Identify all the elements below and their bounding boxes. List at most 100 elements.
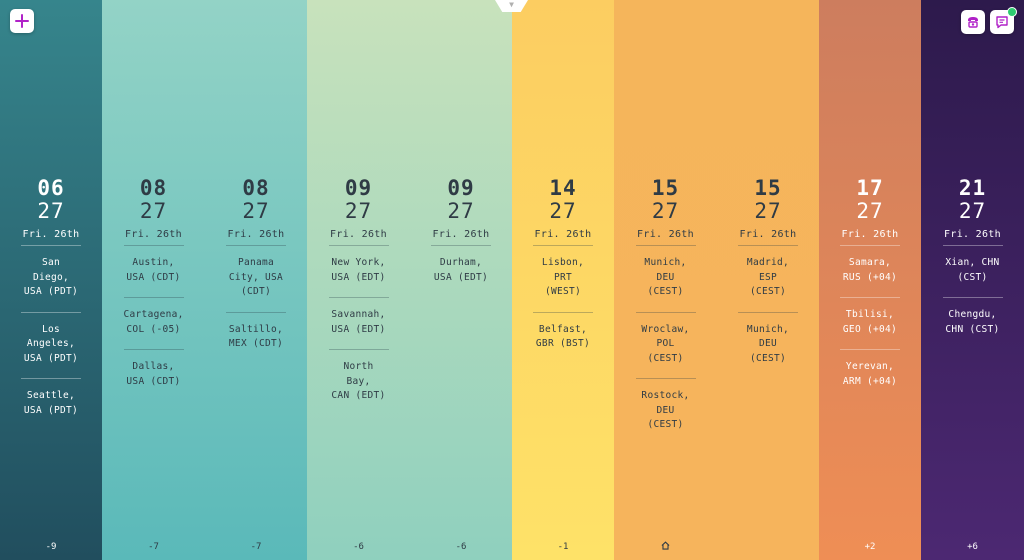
hour-label: 08	[242, 176, 270, 200]
timezone-column[interactable]: 17 27 Fri. 26th Samara, RUS (+04) Tbilisi, GEO…	[819, 0, 921, 560]
city-entry[interactable]: Panama City, USA (CDT)	[226, 245, 286, 312]
city-label-line: San Diego,	[32, 257, 70, 283]
city-label-line: ARM (+04)	[842, 375, 898, 387]
phone-icon	[968, 17, 978, 28]
chat-icon	[996, 16, 1008, 29]
city-label-line: MEX (CDT)	[228, 338, 284, 349]
city-label-line: Munich,	[746, 323, 790, 335]
city-label-line: Austin,	[132, 257, 175, 268]
city-label-line: Samara,	[848, 257, 892, 268]
minute-label: 27	[754, 199, 782, 223]
city-entry[interactable]: Seattle, USA (PDT)	[21, 378, 81, 430]
city-entry[interactable]: San Diego, USA (PDT)	[21, 245, 81, 312]
city-label-line: Durham,	[439, 257, 483, 268]
timezone-column[interactable]: 06 27 Fri. 26th San Diego, USA (PDT) Los Angel…	[0, 0, 102, 560]
city-label-line: DEU (CEST)	[647, 271, 684, 298]
city-label-line: USA (PDT)	[23, 352, 79, 364]
time-display: 15 27 Fri. 26th	[717, 176, 819, 242]
utc-offset-label: -7	[250, 542, 262, 552]
timezone-column[interactable]: 08 27 Fri. 26th Panama City, USA (CDT) Saltill…	[205, 0, 307, 560]
minute-label: 27	[344, 199, 373, 223]
minute-label: 27	[856, 199, 884, 223]
city-label-line: Cartagena,	[123, 309, 184, 320]
hour-label: 15	[754, 176, 782, 200]
city-label-line: USA (PDT)	[23, 286, 79, 297]
utc-offset-label: -7	[148, 542, 159, 552]
date-label: Fri. 26th	[22, 229, 80, 240]
city-label-line: North Bay,	[343, 361, 374, 387]
time-display: 06 27 Fri. 26th	[0, 176, 102, 242]
hour-label: 17	[856, 176, 884, 200]
city-entry[interactable]: Rostock, DEU (CEST)	[635, 378, 696, 445]
city-label-line: PRT (WEST)	[544, 271, 582, 298]
online-indicator	[1007, 7, 1017, 17]
city-entry[interactable]: Los Angeles, USA (PDT)	[21, 311, 81, 379]
minute-label: 27	[447, 199, 475, 223]
city-entry[interactable]: New York, USA (EDT)	[328, 245, 389, 297]
city-label-line: Angeles,	[26, 338, 76, 349]
chat-button[interactable]	[990, 7, 1017, 34]
add-timezone-button[interactable]	[10, 9, 34, 33]
timezone-column[interactable]: 08 27 Fri. 26th Austin, USA (CDT) Cartagena, C…	[102, 0, 205, 560]
city-label-line: CAN (EDT)	[331, 390, 386, 401]
call-button[interactable]	[961, 10, 985, 34]
city-label-line: Lisbon,	[541, 257, 585, 268]
city-label-line: USA (EDT)	[433, 271, 489, 283]
timezone-column[interactable]: 09 27 Fri. 26th Durham, USA (EDT) -6	[410, 0, 512, 560]
city-label-line: CHN (CST)	[945, 323, 1000, 335]
city-entry[interactable]: Durham, USA (EDT)	[431, 245, 491, 297]
city-label-line: Wroclaw,	[641, 323, 690, 335]
timezone-column[interactable]: 21 27 Fri. 26th Xian, CHN (CST) Chengdu, CHN (…	[921, 0, 1024, 560]
city-entry[interactable]: Chengdu, CHN (CST)	[942, 297, 1003, 349]
timezone-column[interactable]: 15 27 Fri. 26th Madrid, ESP (CEST) Munich, DEU…	[717, 0, 819, 560]
city-list: New York, USA (EDT) Savannah, USA (EDT) Nort…	[307, 245, 410, 416]
city-label-line: Dallas,	[132, 361, 175, 372]
time-display: 17 27 Fri. 26th	[819, 176, 921, 242]
city-entry[interactable]: Austin, USA (CDT)	[123, 245, 184, 297]
city-entry[interactable]: Samara, RUS (+04)	[840, 245, 900, 297]
hour-label: 09	[447, 176, 475, 200]
city-entry[interactable]: Saltillo, MEX (CDT)	[226, 311, 286, 364]
city-entry[interactable]: Munich, DEU (CEST)	[635, 245, 696, 312]
city-entry[interactable]: Belfast, GBR (BST)	[533, 311, 593, 364]
city-entry[interactable]: Yerevan, ARM (+04)	[840, 349, 900, 401]
minute-label: 27	[651, 199, 680, 223]
city-entry[interactable]: North Bay, CAN (EDT)	[328, 349, 389, 416]
city-label-line: Belfast,	[538, 323, 588, 335]
city-entry[interactable]: Dallas, USA (CDT)	[123, 349, 184, 401]
city-list: Durham, USA (EDT)	[410, 245, 512, 297]
city-entry[interactable]: Wroclaw, POL (CEST)	[635, 311, 696, 379]
hour-label: 08	[139, 176, 168, 200]
hour-label: 06	[37, 176, 65, 200]
timezone-column[interactable]: 14 27 Fri. 26th Lisbon, PRT (WEST) Belfast, GB…	[512, 0, 614, 560]
timezone-column[interactable]: 15 27 Fri. 26th Munich, DEU (CEST) Wroclaw, PO…	[614, 0, 717, 560]
city-entry[interactable]: Tbilisi, GEO (+04)	[840, 297, 900, 349]
city-list: Lisbon, PRT (WEST) Belfast, GBR (BST)	[512, 245, 614, 364]
date-label: Fri. 26th	[330, 229, 387, 240]
time-display: 09 27 Fri. 26th	[307, 176, 410, 242]
city-label-line: USA (EDT)	[331, 271, 386, 283]
plus-icon	[15, 14, 29, 28]
city-label-line: Panama	[237, 257, 275, 268]
city-label-line: DEU (CEST)	[647, 404, 684, 431]
home-icon	[614, 541, 717, 554]
city-entry[interactable]: Munich, DEU (CEST)	[738, 311, 798, 379]
city-entry[interactable]: Madrid, ESP (CEST)	[738, 245, 798, 312]
timezone-column[interactable]: 09 27 Fri. 26th New York, USA (EDT) Savannah,…	[307, 0, 410, 560]
city-entry[interactable]: Lisbon, PRT (WEST)	[533, 245, 593, 312]
city-label-line: (CDT)	[240, 286, 272, 297]
time-display: 08 27 Fri. 26th	[205, 176, 307, 242]
city-list: Munich, DEU (CEST) Wroclaw, POL (CEST) Rosto…	[614, 245, 717, 445]
city-label-line: Seattle,	[26, 390, 76, 401]
date-label: Fri. 26th	[944, 229, 1001, 240]
city-entry[interactable]: Savannah, USA (EDT)	[328, 297, 389, 349]
minute-label: 27	[139, 199, 168, 223]
date-label: Fri. 26th	[227, 229, 285, 240]
city-entry[interactable]: Xian, CHN (CST)	[942, 245, 1003, 297]
time-display: 09 27 Fri. 26th	[410, 176, 512, 242]
time-display: 15 27 Fri. 26th	[614, 176, 717, 242]
city-list: Panama City, USA (CDT) Saltillo, MEX (CDT)	[205, 245, 307, 364]
utc-offset-label: +2	[864, 542, 876, 552]
city-label-line: USA (EDT)	[331, 323, 386, 335]
city-entry[interactable]: Cartagena, COL (-05)	[123, 297, 184, 349]
